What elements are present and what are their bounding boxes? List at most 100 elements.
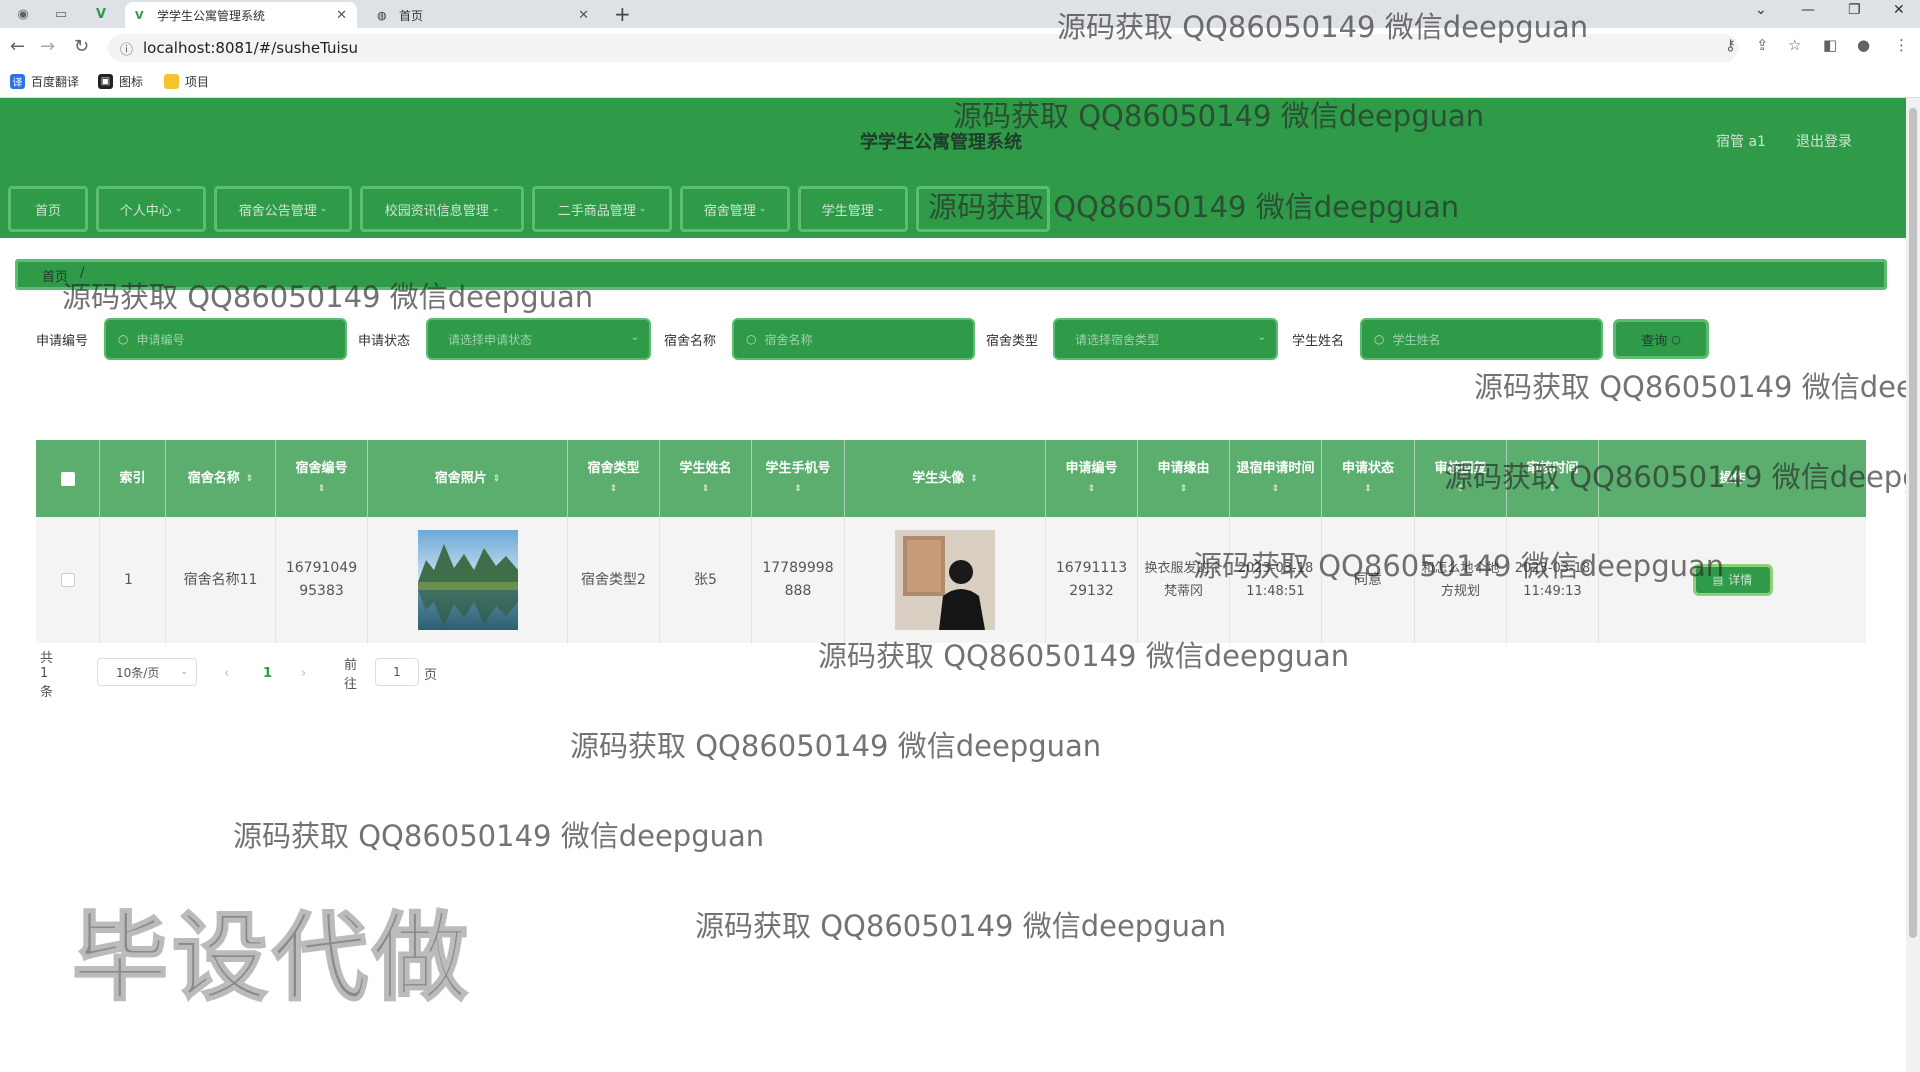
tab-label: 学学生公寓管理系统: [157, 8, 266, 23]
filter-label-status: 申请状态: [358, 334, 411, 349]
menu-item-news[interactable]: 校园资讯信息管理 ⌄: [360, 186, 524, 232]
minimize-icon[interactable]: —: [1801, 2, 1815, 18]
folder-icon: [164, 74, 179, 89]
bookmark-icons[interactable]: ▣ 图标: [98, 73, 143, 90]
sort-icon[interactable]: ⇕: [610, 479, 618, 499]
sidepanel-icon[interactable]: ◧: [1823, 36, 1837, 54]
back-icon[interactable]: ←: [10, 36, 25, 57]
status-select[interactable]: 请选择申请状态 ⌄: [426, 318, 651, 360]
vue-icon[interactable]: V: [92, 5, 110, 23]
col-dorm-photo[interactable]: 宿舍照片 ⇕: [368, 440, 568, 517]
close-icon[interactable]: ✕: [336, 8, 347, 23]
col-dorm-no[interactable]: 宿舍编号 ⇕: [276, 440, 368, 517]
col-dorm-type[interactable]: 宿舍类型 ⇕: [568, 440, 660, 517]
chevron-down-icon[interactable]: ⌄: [1755, 2, 1767, 18]
reload-icon[interactable]: ↻: [74, 36, 89, 57]
key-icon[interactable]: ⚷: [1725, 36, 1736, 54]
forward-icon[interactable]: →: [40, 36, 55, 57]
watermark-text: 源码获取 QQ86050149 微信deepguan: [570, 729, 1102, 763]
chevron-down-icon: ⌄: [1257, 332, 1266, 343]
logout-link[interactable]: 退出登录: [1796, 131, 1852, 151]
prev-page-icon[interactable]: ‹: [224, 658, 229, 688]
sort-icon[interactable]: ⇕: [702, 479, 710, 499]
menu-item-student[interactable]: 学生管理 ⌄: [798, 186, 908, 232]
sort-icon[interactable]: ⇕: [1088, 479, 1096, 499]
row-checkbox[interactable]: [60, 573, 75, 587]
menu-item-secondhand[interactable]: 二手商品管理 ⌄: [532, 186, 672, 232]
watermark-text: 源码获取 QQ86050149 微信deepguan: [695, 909, 1227, 943]
bookmark-translate[interactable]: 译 百度翻译: [10, 73, 79, 90]
cell-dorm-type: 宿舍类型2: [568, 517, 660, 643]
menu-label: 二手商品管理: [557, 203, 636, 219]
col-reason[interactable]: 申请缘由 ⇕: [1138, 440, 1230, 517]
sort-icon[interactable]: ⇕: [493, 469, 501, 489]
tab-home[interactable]: ◍ 首页 ✕: [367, 2, 599, 28]
globe-icon: ◍: [377, 8, 387, 22]
dorm-name-input[interactable]: ○ 宿舍名称: [732, 318, 975, 360]
menu-item-notice[interactable]: 宿舍公告管理 ⌄: [214, 186, 352, 232]
more-icon[interactable]: ⋮: [1894, 36, 1909, 54]
menu-label: 校园资讯信息管理: [384, 203, 489, 219]
next-page-icon[interactable]: ›: [301, 658, 306, 688]
star-icon[interactable]: ☆: [1788, 36, 1801, 54]
sort-icon[interactable]: ⇕: [970, 469, 978, 489]
close-icon[interactable]: ✕: [578, 8, 589, 23]
filter-label-dorm-type: 宿舍类型: [986, 334, 1039, 349]
watermark-text: 源码获取 QQ86050149 微信deepguan: [1474, 370, 1920, 404]
sort-icon[interactable]: ⇕: [1272, 479, 1280, 499]
sort-icon[interactable]: ⇕: [794, 479, 802, 499]
close-window-icon[interactable]: ✕: [1893, 2, 1905, 18]
menu-item-home[interactable]: 首页: [8, 186, 88, 232]
col-dorm-name[interactable]: 宿舍名称 ⇕: [166, 440, 276, 517]
watermark-text: 源码获取 QQ86050149 微信deepguan: [928, 190, 1460, 224]
col-student-phone[interactable]: 学生手机号 ⇕: [752, 440, 845, 517]
watermark-text: 源码获取 QQ86050149 微信deepguan: [1444, 460, 1920, 494]
col-index: 索引: [100, 440, 166, 517]
goto-value: 1: [393, 665, 401, 679]
select-all-checkbox[interactable]: [60, 471, 75, 486]
chrome-menu-icon[interactable]: ◉: [14, 5, 32, 23]
menu-label: 宿舍管理: [703, 203, 756, 219]
info-icon[interactable]: ⓘ: [120, 39, 133, 58]
sort-icon[interactable]: ⇕: [1364, 479, 1372, 499]
menu-item-dorm[interactable]: 宿舍管理 ⌄: [680, 186, 790, 232]
cell-apply-no: 1679111329132: [1046, 517, 1138, 643]
tab-label: 首页: [399, 8, 424, 23]
new-tab-icon[interactable]: +: [614, 2, 631, 26]
sort-icon[interactable]: ⇕: [318, 479, 326, 499]
dorm-photo-image[interactable]: [417, 530, 518, 630]
student-name-input[interactable]: ○ 学生姓名: [1360, 318, 1603, 360]
apply-no-input[interactable]: ○ 申请编号: [104, 318, 347, 360]
filter-label-student-name: 学生姓名: [1292, 334, 1345, 349]
col-student-avatar[interactable]: 学生头像 ⇕: [845, 440, 1046, 517]
cell-index: 1: [100, 517, 166, 643]
pinned-tab-icon[interactable]: ▭: [52, 5, 70, 23]
tab-active[interactable]: V 学学生公寓管理系统 ✕: [125, 2, 357, 28]
search-icon: ○: [1374, 332, 1385, 346]
header-label: 退宿申请时间: [1236, 460, 1315, 476]
page-scrollbar[interactable]: [1906, 98, 1920, 1072]
col-apply-no[interactable]: 申请编号 ⇕: [1046, 440, 1138, 517]
share-icon[interactable]: ⇪: [1756, 36, 1769, 54]
page-size-select[interactable]: 10条/页 ⌄: [97, 658, 197, 686]
bookmark-project[interactable]: 项目: [164, 73, 209, 90]
watermark-text: 源码获取 QQ86050149 微信deepguan: [953, 99, 1485, 133]
col-apply-time[interactable]: 退宿申请时间 ⇕: [1230, 440, 1322, 517]
current-user: 宿管 a1: [1716, 134, 1766, 150]
student-avatar-image[interactable]: [895, 530, 995, 630]
profile-icon[interactable]: ●: [1857, 36, 1870, 54]
col-status[interactable]: 申请状态 ⇕: [1322, 440, 1415, 517]
menu-label: 个人中心: [119, 203, 172, 219]
search-icon: ○: [118, 332, 129, 346]
dorm-type-select[interactable]: 请选择宿舍类型 ⌄: [1053, 318, 1278, 360]
page-number-current[interactable]: 1: [263, 658, 272, 688]
search-icon: ○: [1671, 332, 1681, 346]
query-button[interactable]: 查询 ○: [1613, 319, 1709, 359]
goto-page-input[interactable]: 1: [375, 658, 419, 686]
sort-icon[interactable]: ⇕: [1180, 479, 1188, 499]
menu-item-profile[interactable]: 个人中心 ⌄: [96, 186, 206, 232]
scrollbar-thumb[interactable]: [1909, 108, 1917, 938]
sort-icon[interactable]: ⇕: [246, 469, 254, 489]
restore-icon[interactable]: ❐: [1848, 2, 1861, 18]
col-student-name[interactable]: 学生姓名 ⇕: [660, 440, 752, 517]
